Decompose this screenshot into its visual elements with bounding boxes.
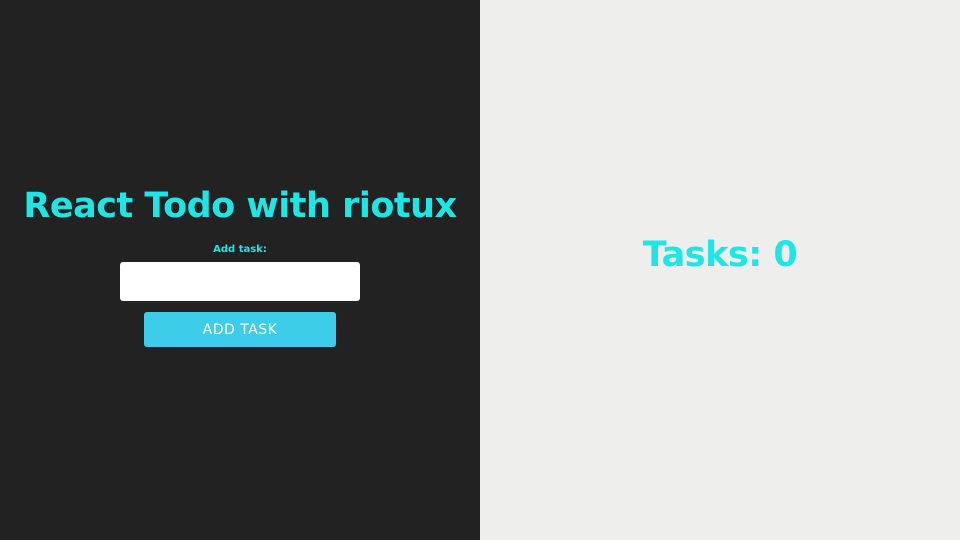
tasks-count: Tasks: 0 xyxy=(642,235,798,275)
app-title: React Todo with riotux xyxy=(23,186,457,226)
add-task-button[interactable]: ADD TASK xyxy=(144,312,336,347)
add-task-label: Add task: xyxy=(213,244,267,255)
tasks-panel: Tasks: 0 xyxy=(480,0,960,540)
form-panel: React Todo with riotux Add task: ADD TAS… xyxy=(0,0,480,540)
task-input[interactable] xyxy=(120,262,360,301)
todo-app: React Todo with riotux Add task: ADD TAS… xyxy=(0,0,960,540)
